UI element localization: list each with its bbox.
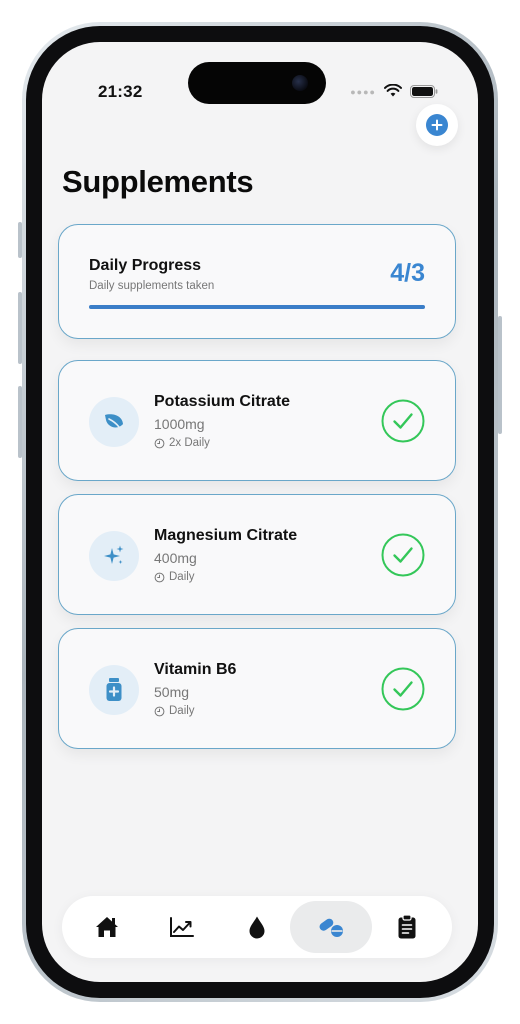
supplement-frequency: Daily	[154, 571, 195, 583]
supplement-card[interactable]: Vitamin B6 50mg Daily	[58, 628, 456, 749]
supplement-card[interactable]: Magnesium Citrate 400mg Daily	[58, 494, 456, 615]
supplement-dose: 400mg	[154, 550, 197, 566]
phone-bezel: 21:32 ●●●● Supplements Daily Progress Da…	[26, 26, 494, 998]
app-screen: 21:32 ●●●● Supplements Daily Progress Da…	[42, 42, 478, 982]
tab-home[interactable]	[82, 901, 132, 953]
tab-hydration[interactable]	[232, 901, 282, 953]
add-supplement-button[interactable]	[416, 104, 458, 146]
status-indicators: ●●●●	[350, 84, 438, 98]
tab-bar	[62, 896, 452, 958]
drop-icon	[249, 916, 265, 939]
supplement-name: Potassium Citrate	[154, 393, 291, 410]
progress-bar	[89, 305, 425, 309]
tab-trends[interactable]	[157, 901, 207, 953]
supplement-dose: 1000mg	[154, 416, 205, 432]
supplement-frequency-text: Daily	[169, 571, 195, 583]
battery-icon	[410, 84, 438, 98]
leaf-icon	[89, 397, 139, 447]
plus-icon	[426, 114, 448, 136]
wifi-icon	[384, 84, 402, 97]
clipboard-icon	[398, 914, 416, 939]
taken-checkmark-button[interactable]	[381, 399, 425, 443]
tab-log[interactable]	[382, 901, 432, 953]
status-time: 21:32	[98, 82, 143, 101]
clock-icon	[154, 572, 165, 582]
supplement-frequency: Daily	[154, 705, 195, 717]
progress-title: Daily Progress	[89, 257, 202, 274]
taken-checkmark-button[interactable]	[381, 533, 425, 577]
supplement-name: Vitamin B6	[154, 661, 237, 678]
medicine-bottle-icon	[89, 665, 139, 715]
supplement-frequency-text: 2x Daily	[169, 437, 210, 449]
tab-supplements[interactable]	[290, 901, 372, 953]
supplement-frequency: 2x Daily	[154, 437, 210, 449]
clock-icon	[154, 706, 165, 716]
cellular-signal-icon: ●●●●	[350, 87, 376, 97]
progress-bar-fill	[89, 305, 425, 309]
trend-chart-icon	[170, 917, 194, 937]
daily-progress-card: Daily Progress Daily supplements taken 4…	[58, 224, 456, 339]
supplement-card[interactable]: Potassium Citrate 1000mg 2x Daily	[58, 360, 456, 481]
house-icon	[96, 917, 118, 937]
power-button	[498, 316, 502, 434]
pills-icon	[319, 918, 343, 937]
page-title: Supplements	[62, 164, 254, 199]
progress-count: 4/3	[390, 259, 425, 287]
clock-icon	[154, 438, 165, 448]
taken-checkmark-button[interactable]	[381, 667, 425, 711]
phone-frame: 21:32 ●●●● Supplements Daily Progress Da…	[22, 22, 498, 1002]
dynamic-island	[188, 62, 326, 104]
supplement-dose: 50mg	[154, 684, 190, 700]
sparkles-icon	[89, 531, 139, 581]
supplement-frequency-text: Daily	[169, 705, 195, 717]
supplement-name: Magnesium Citrate	[154, 527, 298, 544]
progress-subtitle: Daily supplements taken	[89, 280, 215, 292]
camera-icon	[292, 75, 308, 91]
